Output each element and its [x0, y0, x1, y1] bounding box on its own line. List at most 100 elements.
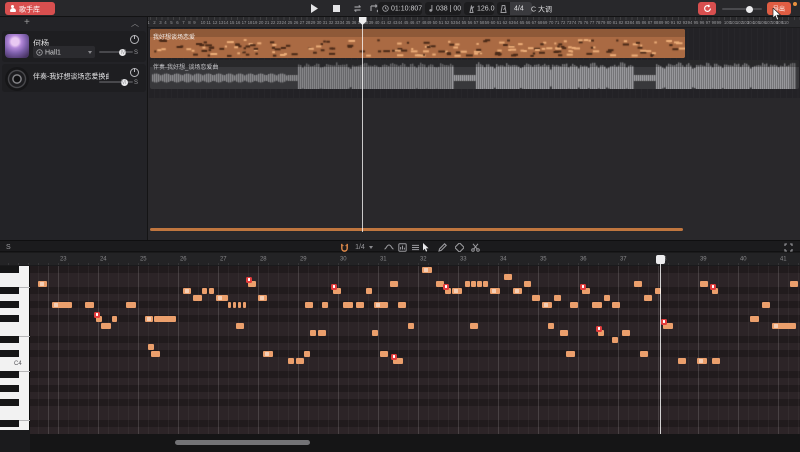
midi-note[interactable]	[183, 288, 191, 294]
midi-note[interactable]	[663, 323, 673, 329]
black-key[interactable]	[0, 350, 19, 357]
midi-note[interactable]	[343, 302, 353, 308]
midi-note[interactable]	[612, 337, 618, 343]
midi-note[interactable]	[304, 351, 310, 357]
pencil-tool-button[interactable]	[436, 241, 449, 253]
midi-note[interactable]	[582, 288, 590, 294]
track-row-vocal[interactable]: 何杨 Hall1 M S	[2, 31, 146, 62]
regenerate-button[interactable]	[698, 2, 716, 15]
midi-note[interactable]	[483, 281, 488, 287]
timeline-ruler[interactable]: 1234567891011121314151617181920212223242…	[148, 17, 800, 28]
reverb-select[interactable]: Hall1	[33, 46, 95, 58]
midi-note[interactable]	[258, 295, 267, 301]
midi-note[interactable]	[750, 316, 759, 322]
track-row-accompaniment[interactable]: 伴奏-我好想谈场恋爱换曲 M S	[2, 64, 146, 92]
midi-note[interactable]	[112, 316, 117, 322]
midi-note[interactable]	[504, 274, 512, 280]
midi-note[interactable]	[712, 288, 718, 294]
midi-note[interactable]	[762, 302, 770, 308]
midi-note[interactable]	[452, 288, 462, 294]
black-key[interactable]	[0, 266, 19, 273]
midi-note[interactable]	[570, 302, 578, 308]
midi-note[interactable]	[640, 351, 648, 357]
piano-roll-ruler[interactable]: 23242526272829303132333435363738394041	[0, 253, 800, 266]
midi-note[interactable]	[318, 330, 326, 336]
midi-note[interactable]	[712, 358, 720, 364]
key-display[interactable]: C 大调	[527, 2, 561, 15]
black-key[interactable]	[0, 287, 19, 294]
midi-note[interactable]	[372, 330, 378, 336]
disc-icon[interactable]	[5, 67, 29, 91]
pan-knob-icon[interactable]	[130, 35, 139, 44]
midi-note[interactable]	[465, 281, 470, 287]
midi-clip[interactable]: 我好想谈场恋爱	[150, 29, 685, 58]
piano-roll-playhead-handle[interactable]	[656, 255, 665, 264]
track-volume-slider[interactable]	[99, 51, 133, 53]
midi-note[interactable]	[604, 295, 610, 301]
volume-slider-handle[interactable]	[746, 6, 753, 13]
midi-note[interactable]	[598, 330, 604, 336]
play-button[interactable]	[308, 3, 320, 14]
midi-note[interactable]	[233, 302, 236, 308]
midi-note[interactable]	[622, 330, 630, 336]
midi-note[interactable]	[243, 302, 246, 308]
piano-keyboard[interactable]: C4	[0, 266, 30, 434]
midi-note[interactable]	[85, 302, 94, 308]
add-track-button[interactable]: +	[24, 17, 30, 28]
pointer-tool-button[interactable]	[419, 241, 432, 253]
midi-note[interactable]	[216, 295, 228, 301]
midi-note[interactable]	[612, 302, 620, 308]
midi-note[interactable]	[333, 288, 341, 294]
midi-note[interactable]	[790, 281, 798, 287]
quantize-select[interactable]: 1/4	[352, 241, 374, 253]
audio-clip[interactable]: 伴奏-我好想_谈场恋爱曲	[150, 60, 799, 89]
midi-note[interactable]	[126, 302, 136, 308]
midi-note[interactable]	[471, 281, 476, 287]
midi-note[interactable]	[228, 302, 231, 308]
midi-note[interactable]	[513, 288, 522, 294]
midi-note[interactable]	[52, 302, 72, 308]
midi-note[interactable]	[322, 302, 328, 308]
midi-note[interactable]	[393, 358, 403, 364]
midi-note[interactable]	[445, 288, 451, 294]
midi-note[interactable]	[678, 358, 686, 364]
midi-note[interactable]	[310, 330, 316, 336]
mute-button[interactable]: M	[121, 79, 126, 86]
midi-note[interactable]	[151, 351, 160, 357]
midi-note[interactable]	[154, 316, 176, 322]
black-key[interactable]	[0, 371, 19, 378]
beat-display[interactable]: 038 | 00	[425, 2, 461, 15]
black-key[interactable]	[0, 385, 19, 392]
midi-note[interactable]	[524, 281, 531, 287]
midi-note[interactable]	[248, 281, 256, 287]
tempo-display[interactable]: 126.0	[464, 2, 494, 15]
piano-roll-grid[interactable]	[30, 266, 800, 434]
solo-button[interactable]: S	[134, 49, 138, 56]
midi-note[interactable]	[548, 323, 554, 329]
black-key[interactable]	[0, 399, 19, 406]
stop-button[interactable]	[330, 3, 342, 14]
midi-note[interactable]	[634, 281, 642, 287]
eraser-tool-button[interactable]	[453, 241, 466, 253]
midi-note[interactable]	[296, 358, 304, 364]
midi-note[interactable]	[148, 344, 154, 350]
midi-note[interactable]	[408, 323, 414, 329]
midi-note[interactable]	[356, 302, 364, 308]
black-key[interactable]	[0, 301, 19, 308]
track-volume-slider[interactable]	[99, 81, 133, 83]
midi-note[interactable]	[422, 267, 432, 273]
midi-note[interactable]	[772, 323, 796, 329]
midi-note[interactable]	[101, 323, 111, 329]
midi-note[interactable]	[193, 295, 202, 301]
singer-avatar[interactable]	[5, 34, 29, 58]
midi-note[interactable]	[288, 358, 294, 364]
midi-note[interactable]	[305, 302, 313, 308]
midi-note[interactable]	[470, 323, 478, 329]
snap-magnet-icon[interactable]	[338, 241, 350, 253]
pitch-curve-icon[interactable]	[383, 241, 395, 253]
midi-note[interactable]	[542, 302, 552, 308]
master-volume-slider[interactable]	[722, 8, 762, 10]
black-key[interactable]	[0, 336, 19, 343]
midi-note[interactable]	[96, 316, 102, 322]
midi-note[interactable]	[644, 295, 652, 301]
